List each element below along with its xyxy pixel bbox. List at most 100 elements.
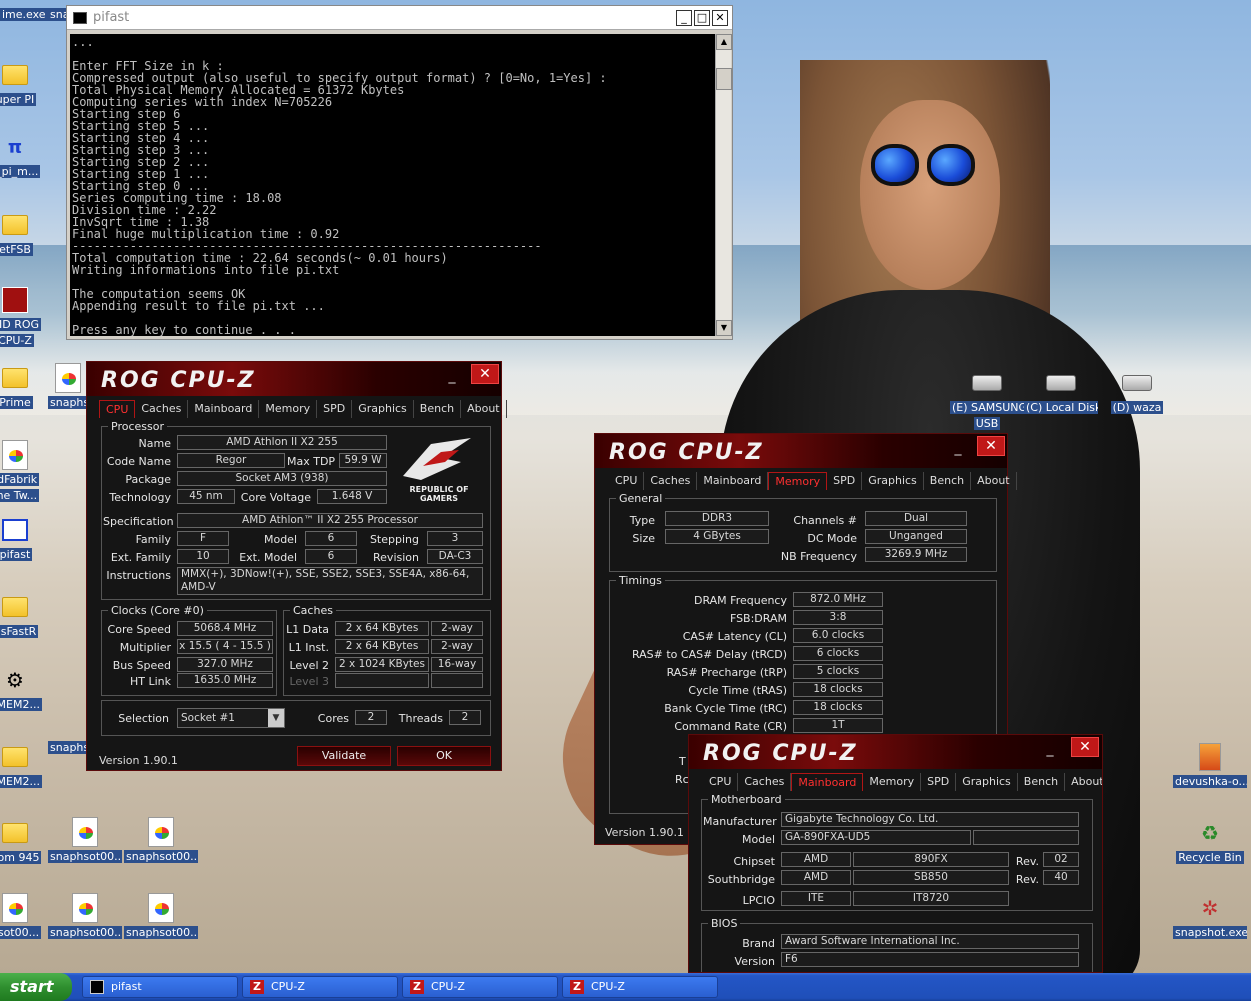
tab-bench[interactable]: Bench	[414, 400, 462, 418]
desktop-icon-setfsb[interactable]: etFSB	[0, 210, 52, 259]
tab-about[interactable]: About	[971, 472, 1017, 490]
desktop-icon-superpi[interactable]: uper PI	[0, 60, 52, 109]
folder-icon	[0, 363, 30, 393]
desktop-icon-devushka[interactable]: devushka-o...	[1173, 742, 1247, 791]
desktop-icon-snaphs-1[interactable]: snaphs	[48, 363, 88, 412]
minimize-button[interactable]: _	[443, 368, 461, 384]
taskbar-item-cpuz-1[interactable]: Z CPU-Z	[242, 976, 398, 998]
tab-about[interactable]: About	[461, 400, 507, 418]
chevron-down-icon[interactable]: ▼	[268, 709, 284, 727]
southbridge-label: Southbridge	[707, 873, 775, 886]
lpcio-vendor: ITE	[781, 891, 851, 906]
desktop-icon-drive-c[interactable]: (C) Local Disk	[1024, 368, 1098, 417]
scroll-up-icon[interactable]: ▲	[716, 34, 732, 50]
brand-value: Award Software International Inc.	[781, 934, 1079, 949]
cpuz-titlebar[interactable]: ROG CPU-Z _ ✕	[87, 362, 501, 396]
console-scrollbar[interactable]: ▲ ▼	[715, 34, 732, 336]
paint-file-icon	[0, 893, 30, 923]
tab-graphics[interactable]: Graphics	[862, 472, 924, 490]
corevoltage-value: 1.648 V	[317, 489, 387, 504]
tab-bench[interactable]: Bench	[924, 472, 972, 490]
archive-icon	[1195, 742, 1225, 772]
tab-spd[interactable]: SPD	[827, 472, 863, 490]
desktop-icon-rog-cpuz[interactable]: UID ROGCPU-Z	[0, 285, 52, 350]
desktop-icon-snapshot-3[interactable]: snaphsot00...	[124, 817, 198, 866]
scroll-thumb[interactable]	[716, 68, 732, 90]
desktop-icon-drive-d[interactable]: (D) waza	[1100, 368, 1174, 417]
tab-mainboard[interactable]: Mainboard	[188, 400, 260, 418]
tab-graphics[interactable]: Graphics	[352, 400, 414, 418]
taskbar-item-cpuz-2[interactable]: Z CPU-Z	[402, 976, 558, 998]
tab-memory[interactable]: Memory	[863, 773, 922, 791]
cpuz-cpu-window[interactable]: ROG CPU-Z _ ✕ CPU Caches Mainboard Memor…	[86, 361, 507, 771]
tab-spd[interactable]: SPD	[317, 400, 353, 418]
level2-value: 2 x 1024 KBytes	[335, 657, 429, 672]
desktop-icon-snapshot-5[interactable]: snaphsot00...	[124, 893, 198, 942]
console-output[interactable]: ... Enter FFT Size in k : Compressed out…	[70, 34, 715, 336]
tab-caches[interactable]: Caches	[644, 472, 698, 490]
desktop-icon-snapshot-left[interactable]: hsot00...	[0, 893, 52, 942]
selection-dropdown[interactable]: Socket #1 ▼	[177, 708, 285, 728]
timing-label: RAS# Precharge (tRP)	[666, 666, 787, 679]
tab-mainboard[interactable]: Mainboard	[791, 773, 864, 791]
minimize-button[interactable]: _	[949, 440, 967, 456]
tab-cpu[interactable]: CPU	[99, 400, 136, 418]
desktop-icon-busfastr[interactable]: usFastR	[0, 592, 52, 641]
minimize-button[interactable]: _	[1041, 741, 1059, 757]
taskbar-item-pifast[interactable]: pifast	[82, 976, 238, 998]
desktop-icon-superpi-mod[interactable]: πr_pi_m...	[0, 132, 52, 181]
extmodel-label: Ext. Model	[239, 551, 297, 564]
console-window[interactable]: pifast _ □ ✕ ... Enter FFT Size in k : C…	[66, 5, 733, 340]
desktop-icon-nom945[interactable]: nom 945	[0, 818, 52, 867]
desktop-icon-snapshot-exe[interactable]: ✲ snapshot.exe	[1173, 893, 1247, 942]
desktop-icon-prime[interactable]: Prime	[0, 363, 52, 412]
taskbar-item-cpuz-3[interactable]: Z CPU-Z	[562, 976, 718, 998]
tab-mainboard[interactable]: Mainboard	[697, 472, 769, 490]
corevoltage-label: Core Voltage	[240, 491, 311, 504]
southbridge-vendor: AMD	[781, 870, 851, 885]
gear-icon: ⚙	[6, 668, 24, 692]
minimize-button[interactable]: _	[676, 9, 692, 26]
desktop-icon-recycle-bin[interactable]: ♻ Recycle Bin	[1173, 818, 1247, 867]
lpcio-value: IT8720	[853, 891, 1009, 906]
tab-spd[interactable]: SPD	[921, 773, 957, 791]
desktop-icon-snapshot-4[interactable]: snaphsot00...	[48, 893, 122, 942]
desktop-icon-pifast[interactable]: pifast	[0, 515, 52, 564]
desktop-icon-sna-1[interactable]: sna	[48, 8, 68, 24]
southbridge-rev: 40	[1043, 870, 1079, 885]
console-titlebar[interactable]: pifast _ □ ✕	[67, 6, 732, 30]
start-button[interactable]: start	[0, 973, 72, 1001]
tab-memory[interactable]: Memory	[768, 472, 828, 490]
maximize-button[interactable]: □	[694, 9, 710, 26]
cpuz-mainboard-window[interactable]: ROG CPU-Z _ ✕ CPU Caches Mainboard Memor…	[688, 734, 1103, 973]
folder-icon	[0, 742, 30, 772]
desktop-icon-time[interactable]: ime.exe	[0, 8, 48, 24]
tab-memory[interactable]: Memory	[259, 400, 318, 418]
close-button[interactable]: ✕	[977, 436, 1005, 456]
tab-caches[interactable]: Caches	[738, 773, 792, 791]
desktop-icon-maxmem-folder[interactable]: xMEM2...	[0, 742, 52, 791]
tab-cpu[interactable]: CPU	[609, 472, 645, 490]
tab-cpu[interactable]: CPU	[703, 773, 739, 791]
desktop-icon-cardfabrik[interactable]: rdFabrikme Tw...	[0, 440, 52, 505]
multiplier-value: x 15.5 ( 4 - 15.5 )	[177, 639, 273, 654]
timing-value: 6.0 clocks	[793, 628, 883, 643]
cpuz-titlebar[interactable]: ROG CPU-Z _ ✕	[689, 735, 1102, 769]
tab-graphics[interactable]: Graphics	[956, 773, 1018, 791]
validate-button[interactable]: Validate	[297, 746, 391, 766]
ok-button[interactable]: OK	[397, 746, 491, 766]
close-button[interactable]: ✕	[712, 9, 728, 26]
tab-about[interactable]: About	[1065, 773, 1102, 791]
desktop-icon-snapshot-2[interactable]: snaphsot00...	[48, 817, 122, 866]
timing-value: 872.0 MHz	[793, 592, 883, 607]
model-value: GA-890FXA-UD5	[781, 830, 971, 845]
scroll-down-icon[interactable]: ▼	[716, 320, 732, 336]
tab-bench[interactable]: Bench	[1018, 773, 1066, 791]
close-button[interactable]: ✕	[471, 364, 499, 384]
close-button[interactable]: ✕	[1071, 737, 1099, 757]
cpuz-titlebar[interactable]: ROG CPU-Z _ ✕	[595, 434, 1007, 468]
tab-caches[interactable]: Caches	[135, 400, 189, 418]
corespeed-value: 5068.4 MHz	[177, 621, 273, 636]
desktop-icon-maxmem[interactable]: ⚙xMEM2...	[0, 665, 52, 714]
desktop-icon-drive-e[interactable]: (E) SAMSUNG USB	[950, 368, 1024, 433]
